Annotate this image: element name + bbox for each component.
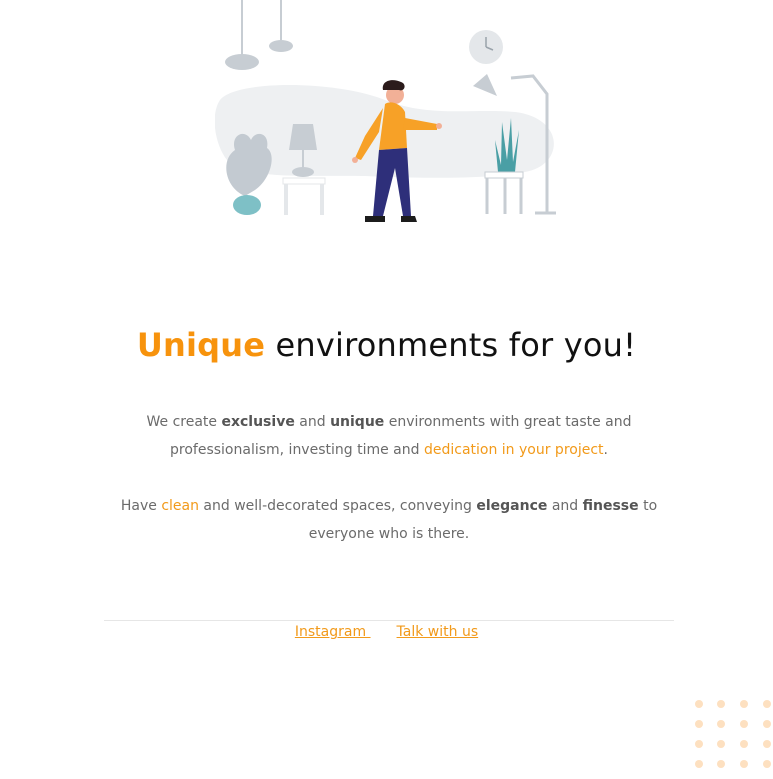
highlight-dedication: dedication in your project bbox=[423, 442, 604, 458]
hero-illustration bbox=[214, 0, 565, 225]
emphasis-finesse: finesse bbox=[582, 498, 639, 514]
hanging-lamp-icon bbox=[225, 54, 259, 70]
footer-links: Instagram Talk with us bbox=[0, 624, 773, 640]
text-segment: Have bbox=[120, 498, 162, 514]
text-segment: . bbox=[603, 442, 608, 458]
text-segment: and bbox=[547, 498, 583, 514]
title-rest: environments for you! bbox=[265, 326, 637, 364]
decorative-dots bbox=[690, 697, 773, 774]
text-segment: and well-decorated spaces, conveying bbox=[198, 498, 477, 514]
footer-divider bbox=[104, 620, 674, 621]
text-segment: We create bbox=[146, 414, 222, 430]
hanging-lamp-icon bbox=[269, 40, 293, 52]
instagram-link[interactable]: Instagram bbox=[295, 624, 371, 640]
page-title: Unique environments for you! bbox=[0, 326, 773, 364]
intro-paragraph: We create exclusive and unique environme… bbox=[90, 408, 688, 464]
emphasis-exclusive: exclusive bbox=[221, 414, 295, 430]
secondary-paragraph: Have clean and well-decorated spaces, co… bbox=[90, 492, 688, 548]
title-accent: Unique bbox=[136, 326, 266, 364]
text-segment: and bbox=[294, 414, 331, 430]
highlight-clean: clean bbox=[161, 498, 199, 514]
emphasis-elegance: elegance bbox=[476, 498, 548, 514]
emphasis-unique: unique bbox=[330, 414, 385, 430]
talk-with-us-link[interactable]: Talk with us bbox=[397, 624, 479, 640]
side-table-icon bbox=[282, 177, 326, 185]
table-lamp-icon bbox=[289, 124, 317, 150]
